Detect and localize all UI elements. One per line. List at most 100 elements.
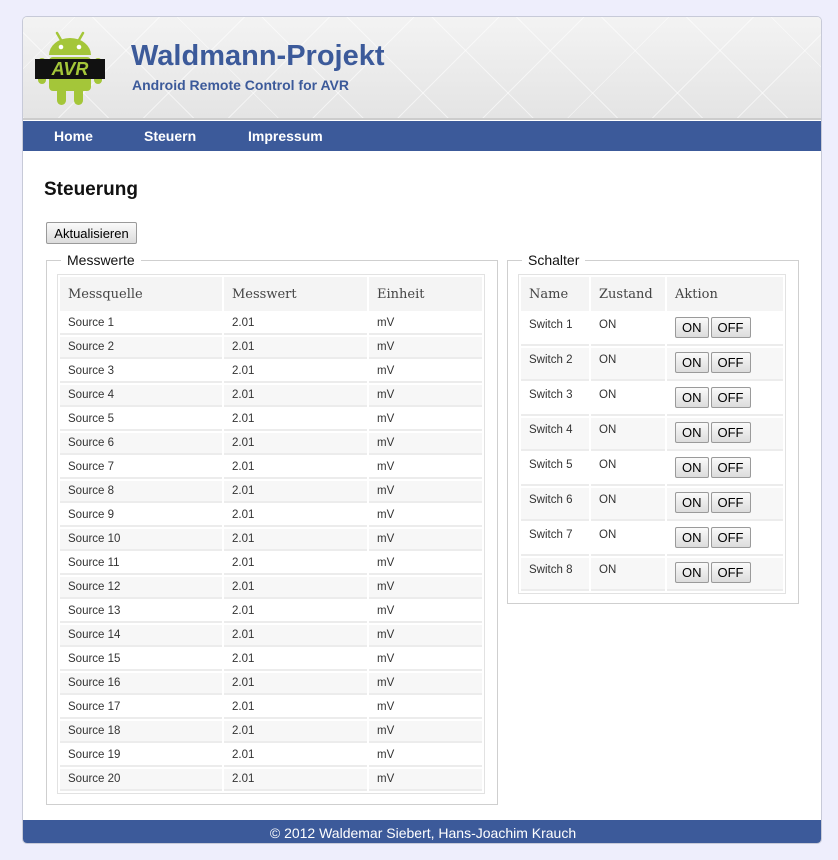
measurement-source: Source 2 [60,337,222,359]
switch-name: Switch 4 [521,418,589,451]
table-row: Switch 3 ON ON OFF [521,383,783,416]
measurement-source: Source 9 [60,505,222,527]
measurement-source: Source 15 [60,649,222,671]
column-header-action: Aktion [667,277,783,311]
switch-on-button[interactable]: ON [675,562,709,583]
site-title[interactable]: Waldmann-Projekt [131,40,385,73]
switches-panel: Schalter Name Zustand Aktion Switch 1 ON O… [507,252,799,604]
measurement-value: 2.01 [224,385,367,407]
switch-name: Switch 7 [521,523,589,556]
switch-state: ON [591,453,665,486]
measurement-unit: mV [369,505,482,527]
measurement-source: Source 19 [60,745,222,767]
measurement-unit: mV [369,385,482,407]
switch-state: ON [591,523,665,556]
measurement-source: Source 5 [60,409,222,431]
measurement-value: 2.01 [224,457,367,479]
column-header-name: Name [521,277,589,311]
switch-name: Switch 5 [521,453,589,486]
table-row: Source 12 2.01 mV [60,577,482,599]
switch-actions: ON OFF [667,313,783,346]
switch-off-button[interactable]: OFF [710,422,751,443]
measurement-source: Source 8 [60,481,222,503]
switch-on-button[interactable]: ON [675,387,709,408]
measurement-value: 2.01 [224,361,367,383]
switch-on-button[interactable]: ON [675,422,709,443]
measurement-source: Source 7 [60,457,222,479]
switch-actions: ON OFF [667,488,783,521]
measurement-value: 2.01 [224,481,367,503]
measurement-source: Source 16 [60,673,222,695]
table-row: Source 16 2.01 mV [60,673,482,695]
site-subtitle: Android Remote Control for AVR [132,77,349,93]
table-row: Source 18 2.01 mV [60,721,482,743]
measurements-table-wrapper: Messquelle Messwert Einheit Source 1 2.01… [57,274,485,794]
switch-name: Switch 8 [521,558,589,591]
switches-table: Name Zustand Aktion Switch 1 ON ON OFF Switc… [519,275,785,593]
refresh-button[interactable]: Aktualisieren [46,222,137,244]
nav-steuern[interactable]: Steuern [144,128,196,144]
switch-off-button[interactable]: OFF [710,562,751,583]
measurement-unit: mV [369,577,482,599]
nav-impressum[interactable]: Impressum [248,128,323,144]
switch-off-button[interactable]: OFF [710,387,751,408]
measurement-source: Source 18 [60,721,222,743]
column-header-unit: Einheit [369,277,482,311]
measurement-value: 2.01 [224,673,367,695]
table-row: Switch 6 ON ON OFF [521,488,783,521]
column-header-state: Zustand [591,277,665,311]
measurement-unit: mV [369,769,482,791]
table-row: Source 3 2.01 mV [60,361,482,383]
table-row: Switch 1 ON ON OFF [521,313,783,346]
switch-actions: ON OFF [667,418,783,451]
measurement-value: 2.01 [224,529,367,551]
android-avr-logo[interactable]: AVR [35,29,105,107]
table-row: Source 14 2.01 mV [60,625,482,647]
measurement-unit: mV [369,721,482,743]
switch-actions: ON OFF [667,383,783,416]
table-row: Switch 4 ON ON OFF [521,418,783,451]
nav-home[interactable]: Home [54,128,93,144]
table-row: Source 8 2.01 mV [60,481,482,503]
measurement-unit: mV [369,337,482,359]
table-row: Switch 2 ON ON OFF [521,348,783,381]
measurement-unit: mV [369,649,482,671]
measurement-unit: mV [369,313,482,335]
measurement-value: 2.01 [224,601,367,623]
switch-off-button[interactable]: OFF [710,317,751,338]
table-row: Source 7 2.01 mV [60,457,482,479]
switch-on-button[interactable]: ON [675,527,709,548]
switch-actions: ON OFF [667,558,783,591]
measurement-unit: mV [369,697,482,719]
switch-name: Switch 2 [521,348,589,381]
main-navigation: Home Steuern Impressum [23,121,821,151]
measurement-value: 2.01 [224,313,367,335]
switch-off-button[interactable]: OFF [710,457,751,478]
measurement-value: 2.01 [224,409,367,431]
measurements-legend: Messwerte [61,252,141,268]
logo-text: AVR [51,59,89,79]
switch-on-button[interactable]: ON [675,492,709,513]
switch-on-button[interactable]: ON [675,317,709,338]
measurement-source: Source 1 [60,313,222,335]
measurements-table: Messquelle Messwert Einheit Source 1 2.01… [58,275,484,793]
page-title: Steuerung [44,179,138,200]
switch-on-button[interactable]: ON [675,457,709,478]
measurement-unit: mV [369,673,482,695]
switch-off-button[interactable]: OFF [710,527,751,548]
switch-state: ON [591,348,665,381]
switch-off-button[interactable]: OFF [710,352,751,373]
table-row: Source 2 2.01 mV [60,337,482,359]
switch-off-button[interactable]: OFF [710,492,751,513]
measurement-value: 2.01 [224,649,367,671]
measurements-panel: Messwerte Messquelle Messwert Einheit So… [46,252,498,805]
table-row: Source 17 2.01 mV [60,697,482,719]
measurement-value: 2.01 [224,625,367,647]
table-row: Source 19 2.01 mV [60,745,482,767]
measurement-source: Source 11 [60,553,222,575]
measurement-value: 2.01 [224,337,367,359]
switches-table-wrapper: Name Zustand Aktion Switch 1 ON ON OFF Switc… [518,274,786,594]
table-row: Source 15 2.01 mV [60,649,482,671]
switch-on-button[interactable]: ON [675,352,709,373]
measurement-source: Source 10 [60,529,222,551]
